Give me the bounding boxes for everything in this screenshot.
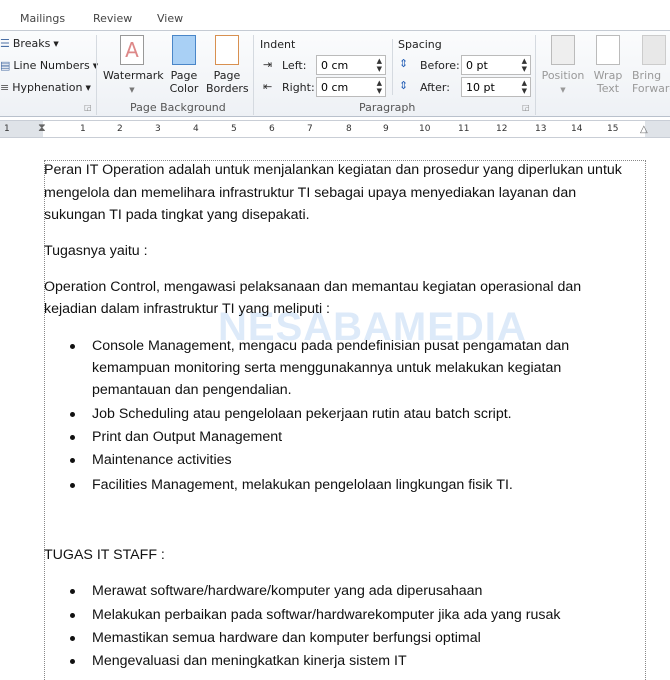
list-item-text: pemantauan dan pengendalian. <box>92 382 292 398</box>
position-icon <box>551 35 575 65</box>
ruler-number: 11 <box>458 124 470 134</box>
ruler-number: 13 <box>535 124 547 134</box>
bullet-icon <box>70 613 75 618</box>
ruler-number: 1 <box>4 124 10 134</box>
bullet-icon <box>70 589 75 594</box>
bullet-icon <box>70 659 75 664</box>
watermark-button[interactable]: A Watermark ▼ <box>103 35 164 97</box>
paragraph-line: TUGAS IT STAFF : <box>44 547 165 563</box>
indent-label: Indent <box>260 38 296 51</box>
list-item-text: Mengevaluasi dan meningkatkan kinerja si… <box>92 653 407 669</box>
spacing-after-icon: ⇕ <box>399 79 409 92</box>
indent-left-input[interactable]: 0 cm ▲ ▼ <box>316 55 386 75</box>
indent-right-input[interactable]: 0 cm ▲ ▼ <box>316 77 386 97</box>
spinner-icon[interactable]: ▲ ▼ <box>522 79 527 95</box>
spinner-icon[interactable]: ▲ ▼ <box>522 57 527 73</box>
ruler-number: 5 <box>231 124 237 134</box>
ribbon-tabs: Mailings Review View <box>0 0 670 31</box>
ruler-number: 3 <box>155 124 161 134</box>
dialog-launcher-icon[interactable]: ◲ <box>84 103 92 112</box>
bullet-icon <box>70 458 75 463</box>
bullet-icon <box>70 435 75 440</box>
page-borders-icon <box>215 35 239 65</box>
list-item-text: Print dan Output Management <box>92 429 283 445</box>
paragraph-group-label: Paragraph <box>359 101 416 114</box>
ruler-number: 8 <box>346 124 352 134</box>
horizontal-ruler[interactable]: ⧗ △ 1 1 2 3 4 5 6 7 8 9 10 11 12 13 14 15 <box>0 120 670 138</box>
ruler-number: 10 <box>419 124 431 134</box>
chevron-down-icon: ▼ <box>85 83 91 92</box>
ruler-number: 9 <box>383 124 389 134</box>
spacing-label: Spacing <box>398 38 442 51</box>
list-item-text: Console Management, mengacu pada pendefi… <box>92 338 570 354</box>
chevron-down-icon: ▼ <box>53 39 59 48</box>
tab-review[interactable]: Review <box>93 12 132 25</box>
ruler-number: 14 <box>571 124 583 134</box>
list-item-text: Memastikan semua hardware dan komputer b… <box>92 630 481 646</box>
spacing-before-icon: ⇕ <box>399 57 409 70</box>
wrap-text-icon <box>596 35 620 65</box>
tab-mailings[interactable]: Mailings <box>20 12 65 25</box>
paragraph-line: Peran IT Operation adalah untuk menjalan… <box>44 162 622 178</box>
bullet-icon <box>70 412 75 417</box>
hyphenation-icon: ≡ <box>0 81 10 94</box>
ruler-number: 6 <box>269 124 275 134</box>
page-borders-button[interactable]: Page Borders <box>206 35 249 95</box>
list-item-text: kemampuan monitoring serta menggunakanny… <box>92 360 562 376</box>
bring-forward-icon <box>642 35 666 65</box>
position-button[interactable]: Position ▼ <box>540 35 586 97</box>
wrap-text-button[interactable]: Wrap Text <box>590 35 626 95</box>
indent-right-icon: ⇤ <box>263 80 273 93</box>
ribbon: ☰Breaks▼ ▤Line Numbers▼ ≡Hyphenation▼ ◲ … <box>0 31 670 117</box>
document-page[interactable]: NESABAMEDIA Peran IT Operation adalah un… <box>0 140 670 680</box>
page-background-group-label: Page Background <box>130 101 226 114</box>
list-item-text: Facilities Management, melakukan pengelo… <box>92 477 513 493</box>
bullet-icon <box>70 483 75 488</box>
page-color-icon <box>172 35 196 65</box>
breaks-button[interactable]: ☰ Breaks ▼ <box>0 37 59 50</box>
ruler-number: 1 <box>80 124 86 134</box>
right-indent-marker-icon[interactable]: △ <box>640 124 648 135</box>
bullet-icon <box>70 344 75 349</box>
spacing-after-input[interactable]: 10 pt ▲ ▼ <box>461 77 531 97</box>
list-item-text: Merawat software/hardware/komputer yang … <box>92 583 483 599</box>
page-color-button[interactable]: Page Color <box>166 35 202 95</box>
line-numbers-button[interactable]: ▤Line Numbers▼ <box>0 59 98 72</box>
ruler-number: 2 <box>117 124 123 134</box>
paragraph-line: Tugasnya yaitu : <box>44 243 148 259</box>
list-item-text: Job Scheduling atau pengelolaan pekerjaa… <box>92 406 512 422</box>
breaks-icon: ☰ <box>0 37 10 50</box>
paragraph-line: mengelola dan memelihara infrastruktur T… <box>44 185 577 201</box>
tab-view[interactable]: View <box>157 12 183 25</box>
line-numbers-icon: ▤ <box>0 59 11 72</box>
list-item-text: Maintenance activities <box>92 452 232 468</box>
spinner-icon[interactable]: ▲ ▼ <box>377 79 382 95</box>
ruler-number: 7 <box>307 124 313 134</box>
ruler-number: 12 <box>496 124 508 134</box>
bring-forward-button[interactable]: BringForward <box>632 35 670 95</box>
ruler-number: 4 <box>193 124 199 134</box>
paragraph-line: sukungan TI pada tingkat yang disepakati… <box>44 207 310 223</box>
list-item-text: Melakukan perbaikan pada softwar/hardwar… <box>92 607 561 623</box>
paragraph-line: Operation Control, mengawasi pelaksanaan… <box>44 279 582 295</box>
hyphenation-button[interactable]: ≡ Hyphenation ▼ <box>0 81 91 94</box>
indent-left-icon: ⇥ <box>263 58 273 71</box>
indent-marker-icon[interactable]: ⧗ <box>38 121 46 135</box>
watermark-icon: A <box>120 35 144 65</box>
spacing-before-input[interactable]: 0 pt ▲ ▼ <box>461 55 531 75</box>
ruler-number: 15 <box>607 124 619 134</box>
dialog-launcher-icon[interactable]: ◲ <box>522 103 530 112</box>
spinner-icon[interactable]: ▲ ▼ <box>377 57 382 73</box>
bullet-icon <box>70 636 75 641</box>
paragraph-line: kejadian dalam infrastruktur TI yang mel… <box>44 301 330 317</box>
